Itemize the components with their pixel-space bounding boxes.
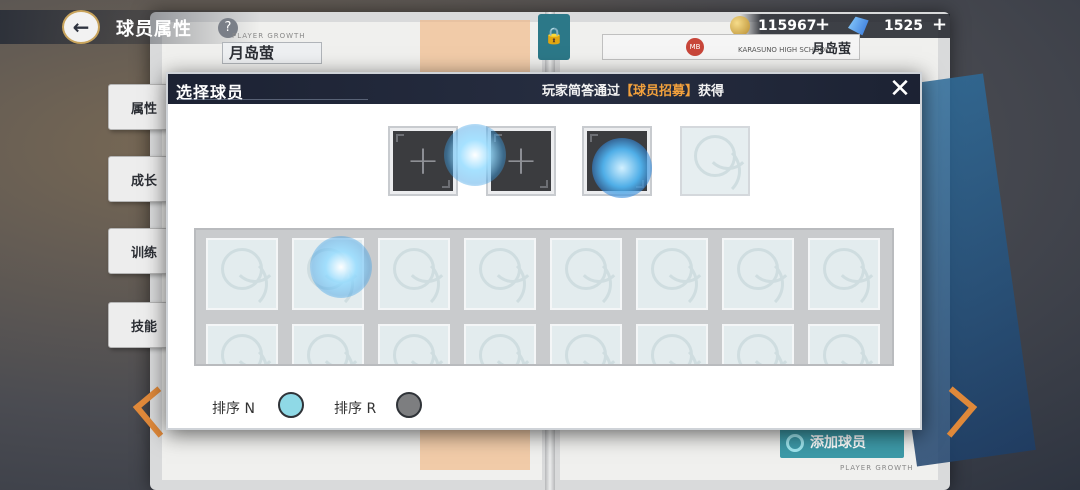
tab-skills[interactable]: 技能 (108, 302, 168, 348)
player-name-label: 月岛萤 (222, 42, 322, 64)
volleyball-icon (694, 134, 751, 198)
player-growth-header-text: PLAYER GROWTH (232, 32, 306, 40)
add-coins-button[interactable]: + (815, 14, 830, 35)
volleyball-icon (479, 247, 536, 311)
volleyball-icon (823, 333, 870, 364)
page-title: 球员属性 (116, 19, 192, 40)
volleyball-icon (565, 333, 612, 364)
add-player-button[interactable]: 添加球员 (780, 428, 904, 458)
tab-growth[interactable]: 成长 (108, 156, 168, 202)
close-button[interactable]: ✕ (880, 74, 920, 104)
coin-count: 115967 (758, 18, 817, 34)
sort-r-label: 排序 R (334, 401, 377, 417)
volleyball-icon (737, 333, 784, 364)
volleyball-icon (393, 247, 450, 311)
sort-r-toggle[interactable] (396, 392, 422, 418)
player-card-name: 月岛萤 (812, 42, 852, 57)
volleyball-icon (737, 247, 794, 311)
volleyball-icon (565, 247, 622, 311)
volleyball-icon (479, 333, 526, 364)
glow-orb-icon (592, 138, 652, 198)
selected-slot-4[interactable] (680, 126, 751, 198)
notice-prefix: 玩家简答通过 (542, 84, 621, 99)
lock-icon: 🔒 (544, 26, 564, 45)
position-badge: MB (686, 38, 704, 56)
arrow-left-icon: ← (72, 15, 90, 39)
player-card[interactable] (636, 238, 708, 311)
player-card[interactable] (292, 324, 364, 364)
player-card[interactable] (722, 324, 794, 364)
player-card[interactable] (206, 238, 278, 311)
ring-icon (786, 434, 804, 452)
player-card[interactable] (464, 324, 536, 364)
player-card[interactable] (464, 238, 536, 311)
sort-n-label: 排序 N (212, 401, 255, 417)
player-card[interactable] (550, 324, 622, 364)
volleyball-icon (651, 247, 708, 311)
player-card[interactable] (378, 324, 450, 364)
notice-suffix: 获得 (698, 84, 725, 99)
volleyball-icon (393, 333, 440, 364)
tab-training[interactable]: 训练 (108, 228, 168, 274)
player-card[interactable] (636, 324, 708, 364)
player-card[interactable] (808, 324, 880, 364)
player-card[interactable] (722, 238, 794, 311)
slot-corner-icon (590, 134, 598, 142)
tab-attributes[interactable]: 属性 (108, 84, 168, 130)
header-decor-line (178, 99, 368, 100)
volleyball-icon (221, 333, 268, 364)
lock-button[interactable]: 🔒 (538, 14, 570, 60)
add-gems-button[interactable]: + (932, 14, 947, 35)
player-card[interactable] (808, 238, 880, 311)
dialog-header: 选择球员 玩家简答通过【球员招募】获得 ✕ (168, 74, 920, 104)
player-growth-footer-text: PLAYER GROWTH (840, 464, 914, 472)
notice-highlight: 【球员招募】 (620, 84, 699, 99)
player-card[interactable] (550, 238, 622, 311)
volleyball-icon (221, 247, 278, 311)
player-roster-grid (194, 228, 894, 366)
volleyball-icon (823, 247, 880, 311)
gem-count: 1525 (884, 18, 923, 34)
glow-orb-icon (444, 124, 506, 186)
coin-icon (730, 16, 750, 36)
player-card[interactable] (206, 324, 278, 364)
volleyball-icon (651, 333, 698, 364)
select-player-dialog: 选择球员 玩家简答通过【球员招募】获得 ✕ + + 排序 N 排序 R (166, 72, 922, 430)
volleyball-icon (307, 333, 354, 364)
add-player-label: 添加球员 (810, 435, 866, 451)
back-button[interactable]: ← (62, 10, 100, 44)
glow-orb-icon (310, 236, 372, 298)
player-card[interactable] (378, 238, 450, 311)
sort-n-toggle[interactable] (278, 392, 304, 418)
recruit-notice: 玩家简答通过【球员招募】获得 (542, 80, 738, 100)
